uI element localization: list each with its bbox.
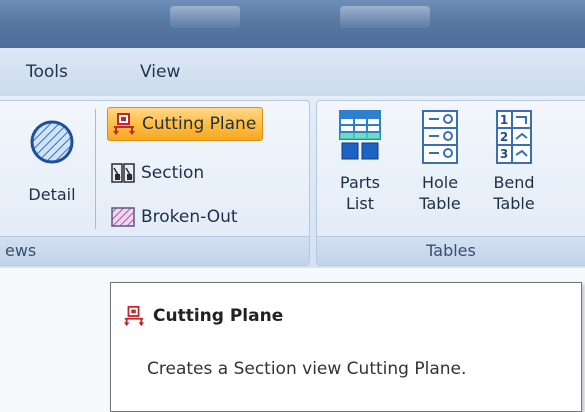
detail-label: Detail (28, 185, 76, 204)
detail-icon (30, 120, 74, 164)
cutting-plane-button[interactable]: Cutting Plane (107, 107, 264, 141)
title-glow (170, 6, 240, 28)
svg-text:2: 2 (500, 130, 508, 144)
hole-table-label-line1: Hole (421, 173, 459, 192)
views-group-label: ews (0, 236, 309, 265)
menu-tools[interactable]: Tools (26, 62, 68, 82)
views-group: Detail Cutting Plane Section Broken-Out … (0, 100, 310, 266)
cutting-plane-label: Cutting Plane (142, 114, 257, 134)
cutting-plane-icon (113, 113, 135, 135)
detail-button[interactable]: Detail (9, 109, 95, 205)
menu-view[interactable]: View (140, 62, 180, 82)
hole-table-icon (422, 110, 458, 164)
parts-list-label-line2: List (346, 194, 374, 213)
svg-text:1: 1 (500, 113, 508, 127)
bend-table-label-line1: Bend (493, 173, 535, 192)
section-button[interactable]: Section (107, 157, 210, 189)
tables-group: Parts List Hole Table 1 2 3 Bend Table T… (316, 100, 585, 266)
bend-table-label-line2: Table (493, 194, 535, 213)
section-label: Section (141, 163, 205, 183)
tables-group-label: Tables (317, 236, 585, 265)
bend-table-icon: 1 2 3 (496, 110, 532, 164)
tooltip-title: Cutting Plane (153, 306, 284, 326)
hole-table-button[interactable]: Hole Table (409, 109, 471, 214)
section-icon (111, 163, 135, 183)
parts-list-button[interactable]: Parts List (329, 109, 391, 214)
group-separator (95, 109, 96, 229)
tooltip-title-row: Cutting Plane (123, 305, 283, 327)
broken-out-icon (111, 207, 135, 227)
parts-list-icon (339, 110, 381, 160)
bend-table-button[interactable]: 1 2 3 Bend Table (483, 109, 545, 214)
hole-table-label-line2: Table (419, 194, 461, 213)
ribbon: Detail Cutting Plane Section Broken-Out … (0, 96, 585, 268)
title-bar (0, 0, 585, 48)
menu-bar: Tools View (0, 48, 585, 96)
broken-out-label: Broken-Out (141, 207, 238, 227)
parts-list-label-line1: Parts (340, 173, 380, 192)
tooltip-description: Creates a Section view Cutting Plane. (147, 359, 467, 379)
broken-out-button[interactable]: Broken-Out (107, 201, 244, 233)
tooltip: Cutting Plane Creates a Section view Cut… (110, 282, 582, 412)
title-glow (340, 6, 430, 28)
cutting-plane-icon (123, 305, 145, 327)
svg-text:3: 3 (500, 147, 508, 161)
